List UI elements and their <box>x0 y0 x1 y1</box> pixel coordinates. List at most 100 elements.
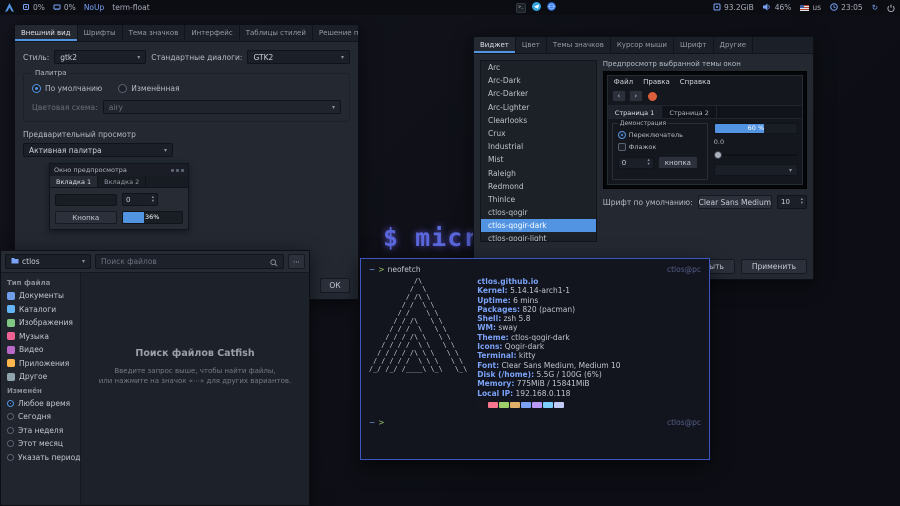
search-input[interactable] <box>101 257 267 266</box>
page-tab-2[interactable]: Страница 2 <box>662 106 717 118</box>
preview-window-title: Окно предпросмотра <box>54 166 127 174</box>
preview-toolbar: ‹ › <box>608 88 802 106</box>
preview-text-input[interactable] <box>55 194 117 206</box>
lxappearance-body: Arc Arc-Dark Arc-Darker Arc-Lighter Clea… <box>474 54 813 248</box>
modified-anytime[interactable]: Любое время <box>1 397 80 411</box>
menu-edit[interactable]: Правка <box>643 78 670 86</box>
filter-videos[interactable]: Видео <box>1 343 80 357</box>
terminal-window[interactable]: ~>neofetch ctlos@pc /\ / \ / /\ \ / / \ … <box>360 258 710 460</box>
style-combo[interactable]: gtk2 ▾ <box>54 50 146 64</box>
arch-logo-icon[interactable] <box>5 3 14 12</box>
slider-handle[interactable] <box>714 151 722 159</box>
theme-list-item[interactable]: Arc <box>481 61 596 74</box>
color-scheme-combo[interactable]: airy ▾ <box>103 100 341 114</box>
tab-fonts[interactable]: Шрифты <box>78 25 123 41</box>
demo-combobox[interactable]: ▾ <box>714 164 798 176</box>
qt5ct-body: Стиль: gtk2 ▾ Стандартные диалоги: GTK2 … <box>15 42 358 230</box>
menu-file[interactable]: Файл <box>614 78 633 86</box>
theme-list-item[interactable]: ctlos-qogir <box>481 206 596 219</box>
info-line: Packages: 820 (pacman) <box>477 305 620 314</box>
browser-icon[interactable] <box>547 2 556 13</box>
menu-help[interactable]: Справка <box>680 78 711 86</box>
font-size-spinbox[interactable]: 10 ▴▾ <box>777 195 807 209</box>
theme-list-item-selected[interactable]: ctlos-qogir-dark <box>481 219 596 232</box>
keyboard-layout-indicator[interactable]: us <box>800 3 821 12</box>
ok-button[interactable]: ОК <box>320 278 350 293</box>
more-options-button[interactable]: ⋯ <box>288 254 305 269</box>
forward-button[interactable]: › <box>629 90 643 102</box>
active-palette-value: Активная палитра <box>29 146 102 155</box>
refresh-icon[interactable]: ↻ <box>872 3 878 12</box>
theme-list-item[interactable]: Industrial <box>481 140 596 153</box>
power-icon[interactable] <box>887 4 895 12</box>
modified-this-week[interactable]: Эта неделя <box>1 424 80 438</box>
modified-custom-period[interactable]: Указать период <box>1 451 80 465</box>
standard-dialogs-combo[interactable]: GTK2 ▾ <box>247 50 350 64</box>
theme-list-item[interactable]: Clearlooks <box>481 114 596 127</box>
apply-button[interactable]: Применить <box>741 259 807 274</box>
terminal-tray-icon[interactable]: >_ <box>516 3 526 13</box>
catfish-results-area: Поиск файлов Catfish Введите запрос выше… <box>81 273 309 506</box>
filter-folders[interactable]: Каталоги <box>1 303 80 317</box>
lxappearance-window: Виджет Цвет Темы значков Курсор мыши Шри… <box>473 36 814 280</box>
location-combo[interactable]: ctlos ▾ <box>5 254 91 269</box>
demo-button[interactable]: кнопка <box>658 156 698 169</box>
tab-icon-themes[interactable]: Темы значков <box>547 37 611 53</box>
tab-mouse-cursor[interactable]: Курсор мыши <box>611 37 674 53</box>
demo-radio-row[interactable]: Переключатель <box>618 131 702 139</box>
preview-button[interactable]: Кнопка <box>55 211 117 224</box>
demo-spinbox[interactable]: 0 ▴▾ <box>618 157 654 169</box>
progress-text: 36% <box>123 212 183 223</box>
tab-icon-theme[interactable]: Тема значков <box>123 25 186 41</box>
theme-list-item[interactable]: Mist <box>481 153 596 166</box>
filter-documents[interactable]: Документы <box>1 289 80 303</box>
modified-this-month[interactable]: Этот месяц <box>1 437 80 451</box>
volume-value: 46% <box>775 3 792 12</box>
tab-appearance[interactable]: Внешний вид <box>15 25 78 41</box>
palette-custom-radio[interactable]: Изменённая <box>118 84 179 93</box>
preview-tab-1[interactable]: Вкладка 1 <box>50 176 98 187</box>
minimize-icon <box>171 169 174 172</box>
modified-today[interactable]: Сегодня <box>1 410 80 424</box>
demo-checkbox-row[interactable]: Флажок <box>618 143 702 151</box>
tab-troubleshooting[interactable]: Решение проблем <box>313 25 359 41</box>
theme-list-item[interactable]: Crux <box>481 127 596 140</box>
page-tab-1[interactable]: Страница 1 <box>608 106 663 118</box>
palette-default-label: По умолчанию <box>45 84 102 93</box>
filter-images[interactable]: Изображения <box>1 316 80 330</box>
theme-list-item[interactable]: Arc-Darker <box>481 87 596 100</box>
preview-spinbox[interactable]: 0 ▴▾ <box>122 193 158 206</box>
theme-list-item[interactable]: Redmond <box>481 180 596 193</box>
tab-interface[interactable]: Интерфейс <box>185 25 239 41</box>
tab-stylesheets[interactable]: Таблицы стилей <box>240 25 313 41</box>
tab-color[interactable]: Цвет <box>516 37 547 53</box>
demo-slider[interactable] <box>714 150 798 160</box>
theme-list-item[interactable]: Arc-Lighter <box>481 101 596 114</box>
theme-list-item[interactable]: ctlos-qogir-light <box>481 232 596 242</box>
tab-other[interactable]: Другие <box>714 37 754 53</box>
palette-swatch <box>510 402 520 408</box>
info-line: Memory: 775MiB / 15841MiB <box>477 379 620 388</box>
back-button[interactable]: ‹ <box>612 90 626 102</box>
preview-window: Окно предпросмотра Вкладка 1 Вкладка 2 0… <box>49 163 189 230</box>
preview-panel-title: Предпросмотр выбранной темы окон <box>603 60 807 68</box>
stop-icon[interactable] <box>648 92 657 101</box>
updates-indicator[interactable]: NoUp <box>84 3 104 12</box>
font-select-button[interactable]: Clear Sans Medium <box>698 195 772 209</box>
theme-list-item[interactable]: Raleigh <box>481 167 596 180</box>
filter-other[interactable]: Другое <box>1 370 80 384</box>
tab-widget[interactable]: Виджет <box>474 37 516 53</box>
documents-icon <box>7 292 15 300</box>
active-palette-combo[interactable]: Активная палитра ▾ <box>23 143 173 157</box>
palette-default-radio[interactable]: По умолчанию <box>32 84 102 93</box>
modified-label: Любое время <box>18 399 70 408</box>
preview-tab-2[interactable]: Вкладка 2 <box>98 176 146 187</box>
telegram-icon[interactable] <box>532 2 541 13</box>
filter-applications[interactable]: Приложения <box>1 357 80 371</box>
search-field[interactable] <box>95 254 284 269</box>
binding-mode-indicator: term-float <box>112 3 149 12</box>
filter-music[interactable]: Музыка <box>1 330 80 344</box>
theme-list-item[interactable]: ThinIce <box>481 193 596 206</box>
theme-list-item[interactable]: Arc-Dark <box>481 74 596 87</box>
tab-font[interactable]: Шрифт <box>674 37 714 53</box>
